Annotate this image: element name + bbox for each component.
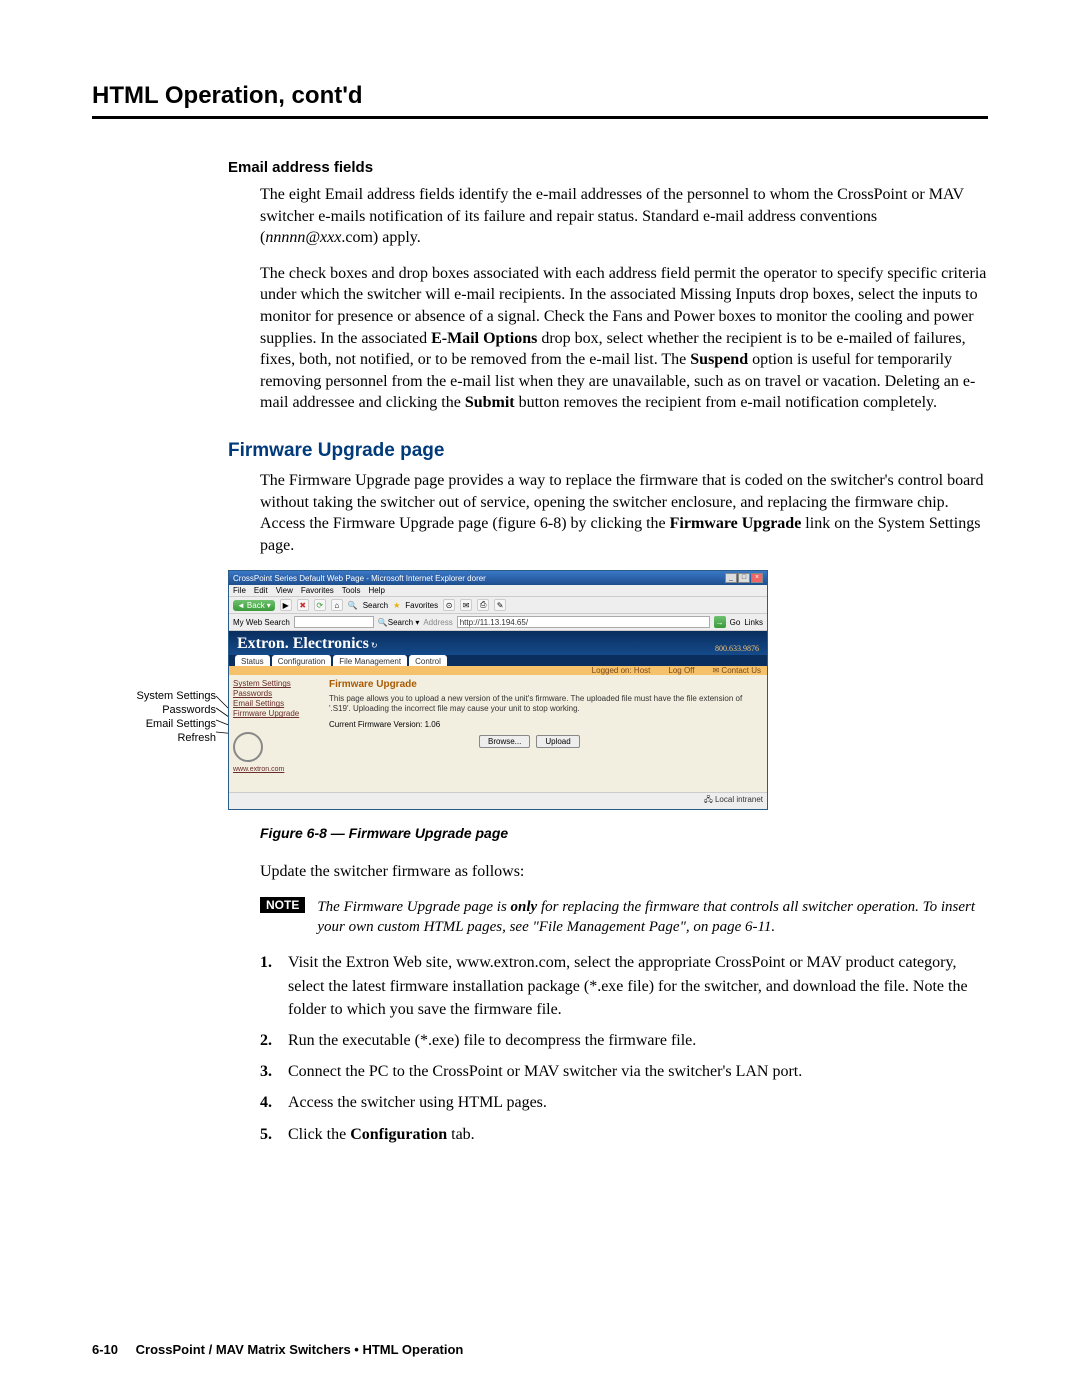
links-label[interactable]: Links — [744, 618, 763, 627]
figure-callouts: System Settings Passwords Email Settings… — [88, 690, 216, 745]
menu-edit[interactable]: Edit — [254, 586, 268, 595]
search-row: My Web Search 🔍Search ▾ Address http://1… — [229, 614, 767, 631]
step-1: 1.Visit the Extron Web site, www.extron.… — [260, 951, 988, 1021]
callout-passwords: Passwords — [88, 704, 216, 718]
window-titlebar: CrossPoint Series Default Web Page - Mic… — [229, 571, 767, 585]
search-icon: 🔍 — [348, 601, 358, 610]
home-button[interactable]: ⌂ — [331, 599, 343, 611]
sidebar-url[interactable]: www.extron.com — [233, 766, 317, 773]
panel-title: Firmware Upgrade — [329, 679, 759, 690]
content-body: Email address fields The eight Email add… — [228, 159, 988, 1146]
go-label: Go — [730, 618, 741, 627]
site-banner: Extron. Electronics ↻ 800.633.9876 — [229, 631, 767, 655]
search-label[interactable]: Search — [363, 601, 388, 610]
favorites-icon: ★ — [393, 601, 400, 610]
my-web-search-label: My Web Search — [233, 618, 290, 627]
paragraph-email-1: The eight Email address fields identify … — [260, 184, 988, 249]
upload-button[interactable]: Upload — [536, 735, 579, 748]
tab-file-management[interactable]: File Management — [333, 655, 407, 666]
logged-on-label: Logged on: Host — [592, 666, 651, 675]
refresh-button[interactable]: ⟳ — [314, 599, 326, 611]
browser-window: CrossPoint Series Default Web Page - Mic… — [228, 570, 768, 810]
zone-icon: 🖧 — [704, 795, 713, 804]
sidebar: System Settings Passwords Email Settings… — [229, 675, 321, 810]
close-button[interactable]: × — [751, 573, 763, 583]
note-label: NOTE — [260, 897, 305, 913]
address-input[interactable]: http://11.13.194.65/ — [457, 616, 710, 628]
footer-text: CrossPoint / MAV Matrix Switchers • HTML… — [136, 1342, 464, 1357]
firmware-version-label: Current Firmware Version: 1.06 — [329, 720, 759, 729]
title-rule — [92, 116, 988, 119]
heading-firmware-upgrade: Firmware Upgrade page — [228, 440, 988, 462]
mail-icon[interactable]: ✉ — [460, 599, 472, 611]
go-button[interactable]: → — [714, 616, 726, 628]
paragraph-email-2: The check boxes and drop boxes associate… — [260, 263, 988, 414]
banner-title: Extron. Electronics — [237, 635, 369, 652]
print-icon[interactable]: ⎙ — [477, 599, 489, 611]
menu-file[interactable]: File — [233, 586, 246, 595]
contact-link[interactable]: ✉ Contact Us — [712, 666, 761, 675]
page-number: 6-10 — [92, 1342, 118, 1357]
steps-list: 1.Visit the Extron Web site, www.extron.… — [260, 951, 988, 1145]
panel-description: This page allows you to upload a new ver… — [329, 694, 759, 713]
callout-refresh: Refresh — [88, 732, 216, 746]
back-button[interactable]: ◄ Back ▾ — [233, 600, 275, 611]
main-panel: Firmware Upgrade This page allows you to… — [321, 675, 767, 810]
tab-status[interactable]: Status — [235, 655, 270, 666]
callout-system-settings: System Settings — [88, 690, 216, 704]
maximize-button[interactable]: □ — [738, 573, 750, 583]
edit-icon[interactable]: ✎ — [494, 599, 506, 611]
step-3: 3.Connect the PC to the CrossPoint or MA… — [260, 1060, 988, 1083]
toolbar: ◄ Back ▾ ▶ ✖ ⟳ ⌂ 🔍 Search ★ Favorites ⊙ … — [229, 597, 767, 614]
update-intro: Update the switcher firmware as follows: — [260, 861, 988, 883]
figure-6-8: System Settings Passwords Email Settings… — [88, 570, 988, 815]
menu-view[interactable]: View — [276, 586, 293, 595]
step-4: 4.Access the switcher using HTML pages. — [260, 1091, 988, 1114]
menu-tools[interactable]: Tools — [342, 586, 361, 595]
page-footer: 6-10 CrossPoint / MAV Matrix Switchers •… — [92, 1342, 463, 1357]
forward-button[interactable]: ▶ — [280, 599, 292, 611]
page-content: System Settings Passwords Email Settings… — [229, 675, 767, 810]
stop-button[interactable]: ✖ — [297, 599, 309, 611]
sidebar-item-passwords[interactable]: Passwords — [233, 689, 317, 698]
my-web-search-input[interactable] — [294, 616, 374, 628]
banner-logo-icon: ↻ — [371, 641, 378, 650]
tabs-row: Status Configuration File Management Con… — [229, 655, 767, 666]
callout-email-settings: Email Settings — [88, 718, 216, 732]
sidebar-item-system-settings[interactable]: System Settings — [233, 679, 317, 688]
banner-phone: 800.633.9876 — [715, 644, 759, 653]
address-label: Address — [423, 618, 452, 627]
favorites-label[interactable]: Favorites — [405, 601, 438, 610]
menu-favorites[interactable]: Favorites — [301, 586, 334, 595]
tab-configuration[interactable]: Configuration — [272, 655, 332, 666]
top-strip: Logged on: Host Log Off ✉ Contact Us — [229, 666, 767, 675]
sidebar-item-firmware-upgrade[interactable]: Firmware Upgrade — [233, 709, 317, 718]
figure-caption: Figure 6-8 — Firmware Upgrade page — [260, 825, 988, 841]
tab-control[interactable]: Control — [409, 655, 447, 666]
note-text: The Firmware Upgrade page is only for re… — [317, 897, 988, 938]
note-block: NOTE The Firmware Upgrade page is only f… — [260, 897, 988, 938]
step-2: 2.Run the executable (*.exe) file to dec… — [260, 1029, 988, 1052]
page-title: HTML Operation, cont'd — [92, 82, 988, 110]
browse-button[interactable]: Browse... — [479, 735, 530, 748]
extron-logo-icon — [233, 732, 263, 762]
status-text: Local intranet — [715, 795, 763, 804]
paragraph-firmware-intro: The Firmware Upgrade page provides a way… — [260, 470, 988, 556]
window-title: CrossPoint Series Default Web Page - Mic… — [233, 574, 486, 583]
logoff-link[interactable]: Log Off — [668, 666, 694, 675]
step-5: 5.Click the Configuration tab. — [260, 1123, 988, 1146]
history-icon[interactable]: ⊙ — [443, 599, 455, 611]
search-button-small[interactable]: 🔍Search ▾ — [378, 618, 420, 627]
menu-help[interactable]: Help — [368, 586, 384, 595]
status-bar: 🖧 Local intranet — [229, 792, 767, 809]
heading-email-fields: Email address fields — [228, 159, 988, 176]
document-page: HTML Operation, cont'd Email address fie… — [0, 0, 1080, 1397]
menu-bar: File Edit View Favorites Tools Help — [229, 585, 767, 597]
sidebar-item-email-settings[interactable]: Email Settings — [233, 699, 317, 708]
minimize-button[interactable]: _ — [725, 573, 737, 583]
